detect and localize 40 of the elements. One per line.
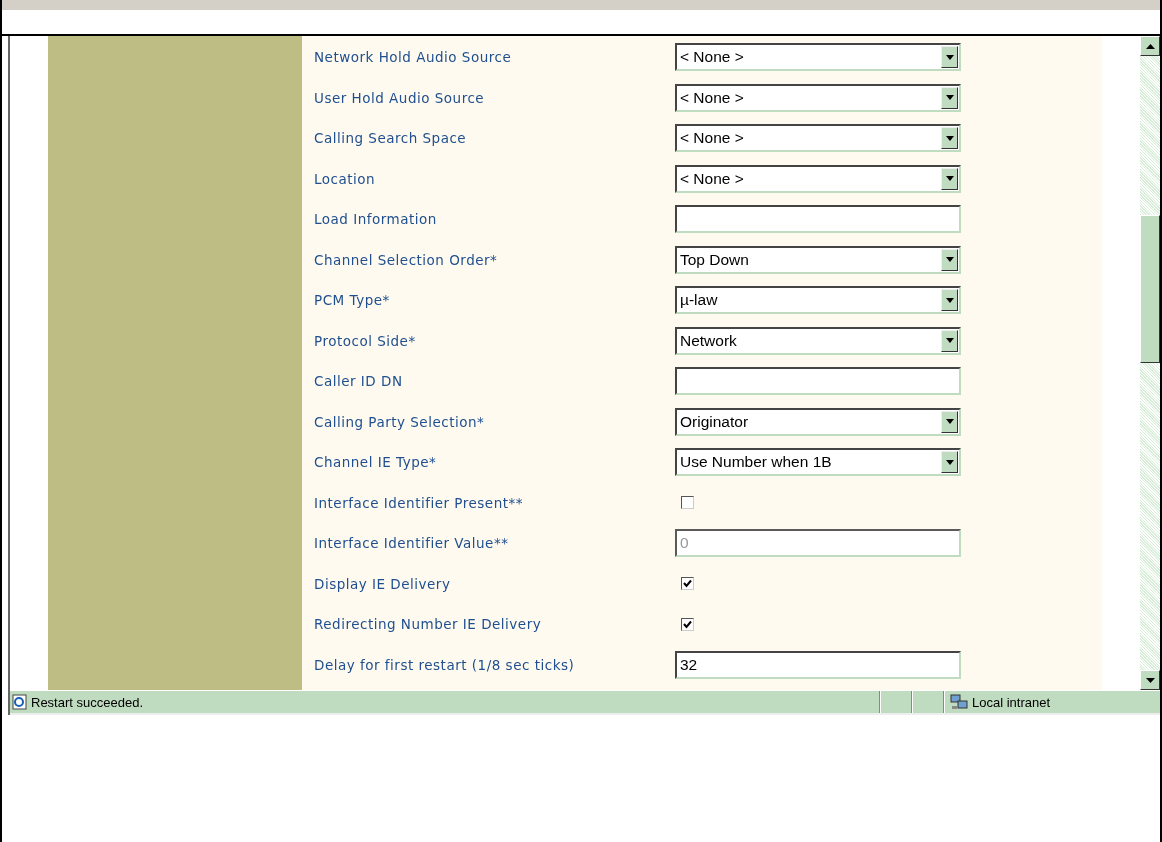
dropdown[interactable]: Originator xyxy=(675,407,961,436)
field-label: Load Information xyxy=(314,211,438,228)
dropdown[interactable]: < None > xyxy=(675,83,961,112)
status-pane xyxy=(880,691,912,713)
dropdown[interactable]: < None > xyxy=(675,164,961,193)
input-field[interactable]: 32 xyxy=(675,650,961,679)
field-label: Protocol Side* xyxy=(314,332,417,349)
field-label: Calling Search Space xyxy=(314,130,468,147)
field-label: Display IE Delivery xyxy=(314,575,452,592)
field-label: Calling Party Selection* xyxy=(314,413,486,430)
status-pane xyxy=(912,691,944,713)
scroll-thumb[interactable] xyxy=(1140,215,1160,363)
field-label: Channel Selection Order* xyxy=(314,251,499,268)
input-field[interactable] xyxy=(675,367,961,396)
field-label: Channel IE Type* xyxy=(314,454,438,471)
field-label: Location xyxy=(314,170,377,187)
dropdown[interactable]: < None > xyxy=(675,43,961,72)
dropdown[interactable]: Top Down xyxy=(675,245,961,274)
dropdown[interactable]: Network xyxy=(675,326,961,355)
field-label: PCM Type* xyxy=(314,292,391,309)
status-message: Restart succeeded. xyxy=(31,694,143,710)
field-label: Caller ID DN xyxy=(314,373,404,390)
scroll-up-icon[interactable] xyxy=(1140,36,1160,56)
dropdown[interactable]: < None > xyxy=(675,124,961,153)
checkbox[interactable] xyxy=(681,496,694,510)
zone-label: Local intranet xyxy=(972,694,1051,710)
network-icon xyxy=(950,694,968,710)
field-label: Interface Identifier Value** xyxy=(314,535,510,552)
field-label: Delay for first restart (1/8 sec ticks) xyxy=(314,656,576,673)
field-label: Network Hold Audio Source xyxy=(314,49,513,66)
dropdown[interactable]: Use Number when 1B xyxy=(675,448,961,477)
field-label: Interface Identifier Present** xyxy=(314,494,524,511)
scroll-down-icon[interactable] xyxy=(1140,670,1160,690)
checkbox[interactable] xyxy=(681,617,694,631)
field-label: User Hold Audio Source xyxy=(314,89,486,106)
checkbox[interactable] xyxy=(681,577,694,591)
input-field[interactable] xyxy=(675,205,961,234)
field-label: Redirecting Number IE Delivery xyxy=(314,616,543,633)
dropdown[interactable]: µ-law xyxy=(675,286,961,315)
scrollbar[interactable] xyxy=(1140,36,1160,690)
